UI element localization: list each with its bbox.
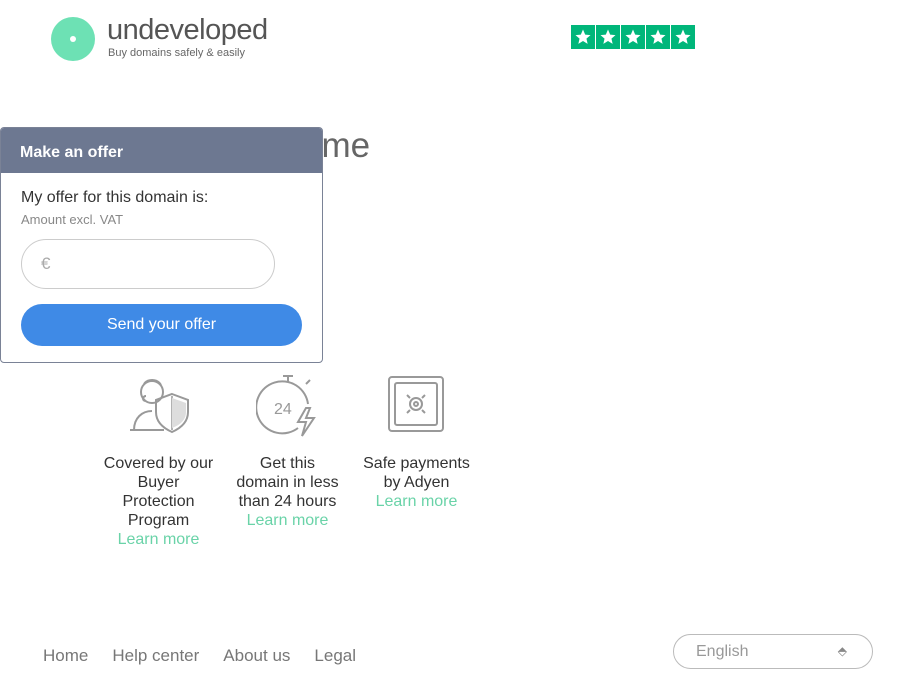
learn-more-link[interactable]: Learn more — [376, 492, 458, 511]
feature-fast-transfer: 24 Get this domain in less than 24 hours… — [223, 370, 352, 549]
amount-input-wrapper[interactable]: € — [21, 239, 275, 289]
offer-panel: Make an offer My offer for this domain i… — [0, 127, 323, 363]
footer-link-help-center[interactable]: Help center — [112, 646, 199, 666]
buyer-protection-icon — [124, 370, 194, 440]
feature-text: Covered by our Buyer Protection Program — [103, 455, 214, 529]
feature-safe-payments: Safe payments by Adyen Learn more — [352, 370, 481, 549]
feature-text: Get this domain in less than 24 hours — [236, 455, 339, 510]
learn-more-link[interactable]: Learn more — [118, 530, 200, 549]
learn-more-link[interactable]: Learn more — [247, 511, 329, 530]
send-offer-button[interactable]: Send your offer — [21, 304, 302, 346]
offer-panel-title[interactable]: Make an offer — [1, 128, 322, 173]
offer-sublabel: Amount excl. VAT — [21, 212, 124, 227]
star-icon — [621, 25, 645, 49]
offer-amount-input[interactable] — [58, 255, 249, 273]
features-row: Covered by our Buyer Protection Program … — [94, 370, 481, 549]
language-select[interactable]: English ⬘ — [673, 634, 873, 669]
footer-link-home[interactable]: Home — [43, 646, 88, 666]
feature-buyer-protection: Covered by our Buyer Protection Program … — [94, 370, 223, 549]
currency-symbol: € — [41, 254, 51, 273]
star-icon — [671, 25, 695, 49]
star-icon — [571, 25, 595, 49]
footer-link-about-us[interactable]: About us — [223, 646, 290, 666]
star-icon — [646, 25, 670, 49]
logo[interactable]: undeveloped Buy domains safely & easily — [51, 14, 268, 61]
svg-text:24: 24 — [274, 401, 292, 418]
logo-wordmark: undeveloped — [107, 14, 268, 46]
offer-label: My offer for this domain is: — [21, 189, 209, 206]
trustpilot-rating[interactable] — [571, 25, 695, 49]
footer-nav: Home Help center About us Legal — [43, 646, 356, 666]
select-arrows-icon: ⬘ — [837, 644, 847, 658]
logo-tagline: Buy domains safely & easily — [108, 47, 245, 59]
language-value: English — [696, 642, 749, 660]
footer-link-legal[interactable]: Legal — [314, 646, 356, 666]
feature-text: Safe payments by Adyen — [363, 455, 470, 491]
stopwatch-24-icon: 24 — [253, 370, 323, 440]
star-icon — [596, 25, 620, 49]
logo-mark-icon — [51, 17, 95, 61]
safe-icon — [382, 370, 452, 440]
